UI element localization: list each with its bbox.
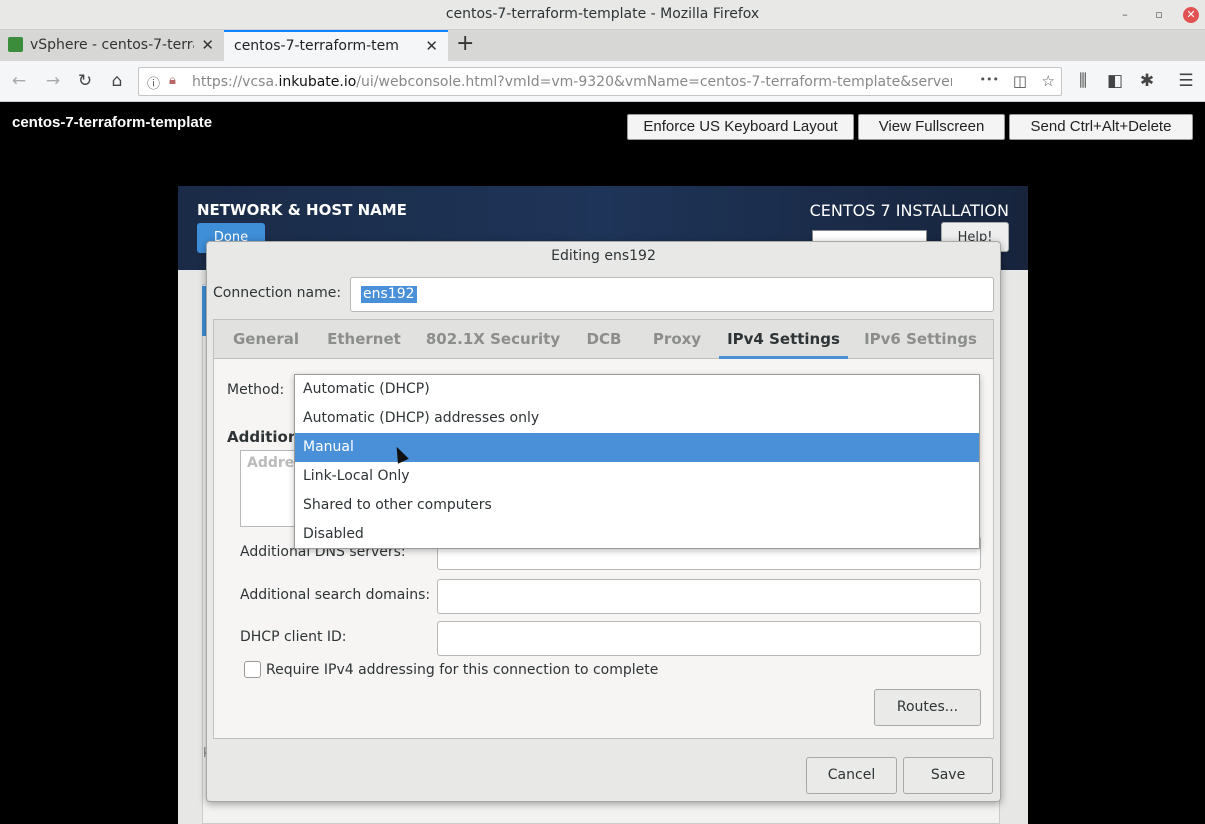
window-title: centos-7-terraform-template - Mozilla Fi… <box>445 6 760 22</box>
minimize-icon[interactable]: – <box>1115 5 1135 25</box>
method-option-shared[interactable]: Shared to other computers <box>295 491 979 520</box>
url-text[interactable]: https://vcsa.inkubate.io/ui/webconsole.h… <box>192 74 952 90</box>
cancel-button[interactable]: Cancel <box>806 757 897 794</box>
save-button[interactable]: Save <box>903 757 993 794</box>
menu-icon[interactable]: ☰ <box>1175 71 1197 91</box>
window-titlebar: centos-7-terraform-template - Mozilla Fi… <box>0 0 1205 30</box>
search-domains-input[interactable] <box>437 579 981 614</box>
vm-name: centos-7-terraform-template <box>12 114 213 131</box>
method-option-disabled[interactable]: Disabled <box>295 520 979 549</box>
connection-name-input[interactable]: ens192 <box>350 277 994 312</box>
tab-ipv4-settings[interactable]: IPv4 Settings <box>719 320 848 359</box>
tab-close-icon[interactable]: ✕ <box>425 32 438 60</box>
navigation-bar: ← → ↻ ⌂ ⓘ 🔒︎ https://vcsa.inkubate.io/ui… <box>0 61 1205 102</box>
extension-icon[interactable]: ✱ <box>1136 71 1158 91</box>
dhcp-client-id-input[interactable] <box>437 621 981 656</box>
tab-general[interactable]: General <box>222 320 310 359</box>
method-label: Method: <box>227 382 285 398</box>
new-tab-icon[interactable]: + <box>456 30 474 58</box>
home-icon[interactable]: ⌂ <box>106 71 128 91</box>
tab-ethernet[interactable]: Ethernet <box>318 320 410 359</box>
vsphere-icon <box>8 36 23 52</box>
require-ipv4-label: Require IPv4 addressing for this connect… <box>266 662 659 678</box>
tab-console[interactable]: centos-7-terraform-template ✕ <box>224 30 448 61</box>
require-ipv4-checkbox[interactable] <box>244 661 261 678</box>
window-controls: – ▫ ✕ <box>1115 0 1199 30</box>
dialog-title: Editing ens192 <box>551 248 656 264</box>
address-column-header: Addre <box>247 455 295 471</box>
connection-name-label: Connection name: <box>213 285 342 301</box>
back-icon[interactable]: ← <box>8 71 30 91</box>
method-option-dhcp-addresses-only[interactable]: Automatic (DHCP) addresses only <box>295 404 979 433</box>
tab-vsphere[interactable]: vSphere - centos-7-terraform-template ✕ <box>0 30 224 61</box>
url-prefix: https://vcsa. <box>192 74 279 90</box>
send-ctrl-alt-delete-button[interactable]: Send Ctrl+Alt+Delete <box>1009 114 1193 140</box>
reload-icon[interactable]: ↻ <box>74 71 96 91</box>
tab-close-icon[interactable]: ✕ <box>201 30 214 60</box>
sidebar-icon[interactable]: ◧ <box>1104 71 1126 91</box>
page-actions-icon[interactable]: ••• <box>980 73 999 86</box>
installer-page-title: NETWORK & HOST NAME <box>197 201 407 219</box>
maximize-icon[interactable]: ▫ <box>1149 5 1169 25</box>
installer-product: CENTOS 7 INSTALLATION <box>809 201 1009 220</box>
tab-dcb[interactable]: DCB <box>574 320 634 359</box>
tab-ipv6-settings[interactable]: IPv6 Settings <box>858 320 983 359</box>
tab-proxy[interactable]: Proxy <box>642 320 712 359</box>
forward-icon[interactable]: → <box>42 71 64 91</box>
addresses-table[interactable]: Addre <box>240 450 300 527</box>
library-icon[interactable]: ⫼ <box>1072 71 1094 91</box>
connection-name-value: ens192 <box>361 286 417 303</box>
method-option-link-local[interactable]: Link-Local Only <box>295 462 979 491</box>
close-window-icon[interactable]: ✕ <box>1183 7 1199 23</box>
url-path: /ui/webconsole.html?vmId=vm-9320&vmName=… <box>356 74 952 90</box>
view-fullscreen-button[interactable]: View Fullscreen <box>858 114 1005 140</box>
tab-label: centos-7-terraform-template <box>234 38 398 54</box>
dhcp-client-id-label: DHCP client ID: <box>240 629 347 645</box>
tab-bar: vSphere - centos-7-terraform-template ✕ … <box>0 30 1205 61</box>
routes-button[interactable]: Routes... <box>874 689 981 726</box>
pocket-icon[interactable]: ◫ <box>1013 72 1027 90</box>
bookmark-star-icon[interactable]: ☆ <box>1042 72 1055 90</box>
tab-8021x-security[interactable]: 802.1X Security <box>420 320 566 359</box>
info-icon[interactable]: ⓘ <box>147 73 160 92</box>
lock-icon[interactable]: 🔒︎ <box>169 73 176 88</box>
url-domain: inkubate.io <box>278 74 357 90</box>
tab-label: vSphere - centos-7-terraform-template <box>30 37 194 53</box>
method-option-automatic-dhcp[interactable]: Automatic (DHCP) <box>295 375 979 404</box>
enforce-keyboard-button[interactable]: Enforce US Keyboard Layout <box>627 114 854 140</box>
url-bar[interactable]: ⓘ 🔒︎ https://vcsa.inkubate.io/ui/webcons… <box>138 67 1062 96</box>
settings-tabs: General Ethernet 802.1X Security DCB Pro… <box>214 320 993 359</box>
search-domains-label: Additional search domains: <box>240 587 431 603</box>
